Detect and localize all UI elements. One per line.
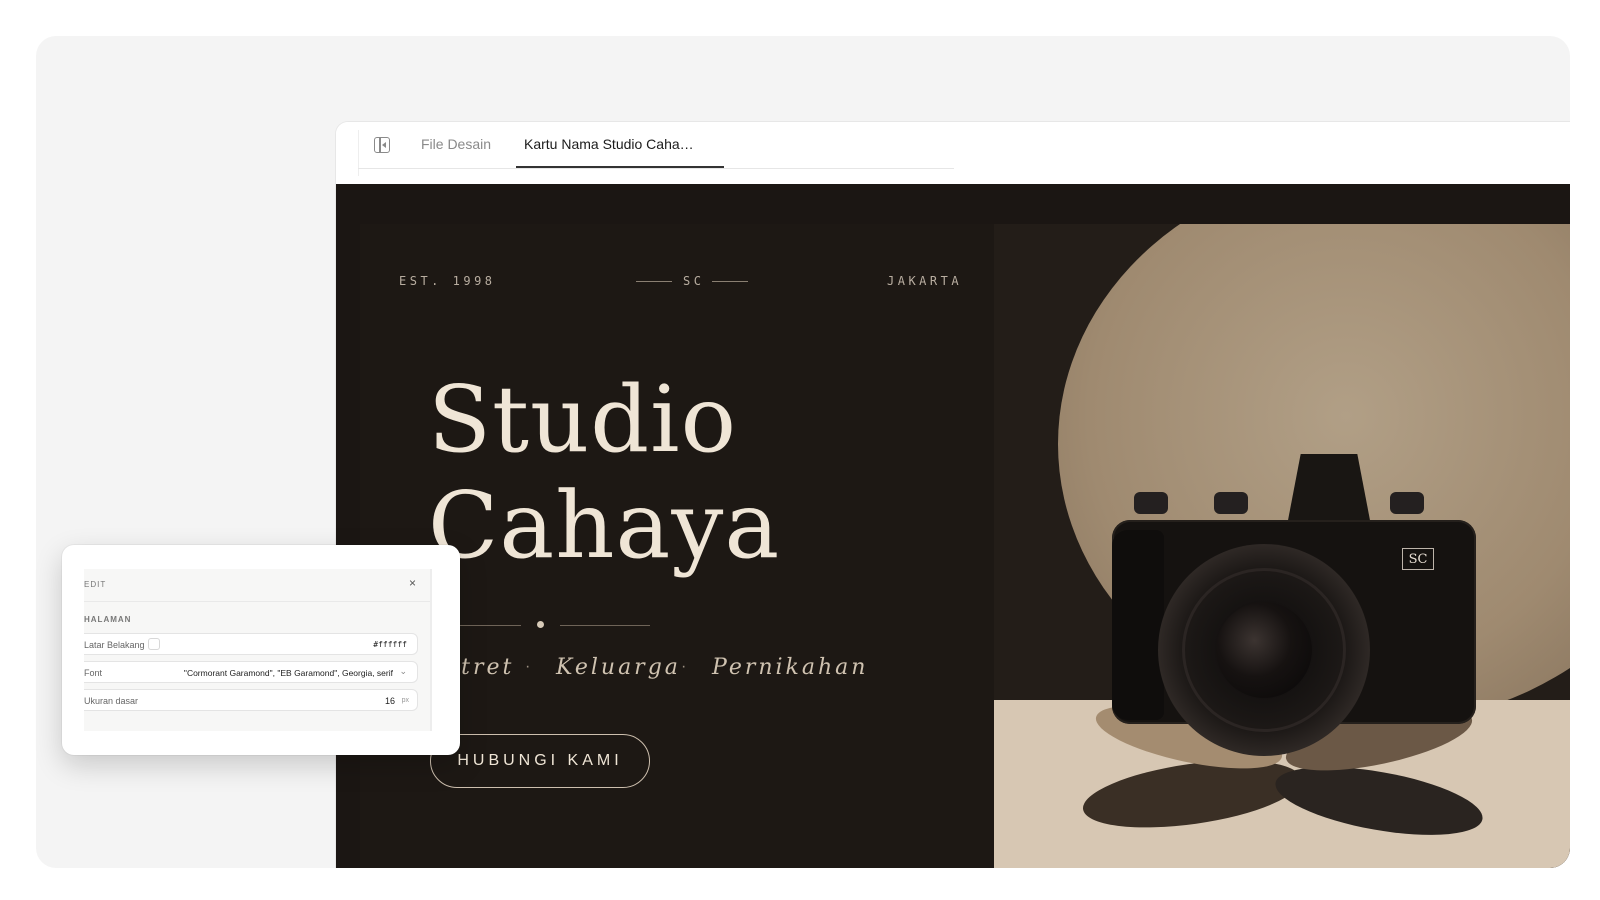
camera-dial [1214,492,1248,514]
base-size-unit: px [401,697,409,704]
chevron-down-icon[interactable]: ⌄ [399,666,407,677]
edit-panel: EDIT × HALAMAN Latar Belakang #ffffff Fo… [62,545,460,755]
tab-baseline [358,168,954,169]
divider-dot [537,621,544,628]
title-line-2: Cahaya [428,472,781,579]
base-size-label: Ukuran dasar [84,696,139,706]
tab-business-card[interactable]: Kartu Nama Studio Caha… [524,136,694,152]
sidebar-toggle-icon[interactable] [374,137,390,153]
city-label: JAKARTA [887,274,963,288]
monogram-line-right [712,281,748,282]
tab-bar: File Desain Kartu Nama Studio Caha… [336,122,1570,185]
design-canvas[interactable]: EST. 1998 SC JAKARTA Studio Cahaya Potre… [336,184,1570,868]
camera-grip [1112,530,1164,720]
edit-panel-title: EDIT [84,580,107,589]
close-icon[interactable]: × [409,576,416,590]
camera-image: SC [1112,448,1476,756]
service-wedding: Pernikahan [712,655,869,680]
background-color-field[interactable]: Latar Belakang #ffffff [84,633,418,655]
tab-file-desain[interactable]: File Desain [421,136,491,152]
camera-viewfinder [1286,454,1372,528]
camera-logo: SC [1402,548,1434,570]
base-size-field[interactable]: Ukuran dasar 16 px [84,689,418,711]
monogram-label: SC [683,274,705,288]
edit-panel-content: EDIT × HALAMAN Latar Belakang #ffffff Fo… [84,569,432,731]
divider-line-right [560,625,650,626]
title-line-1: Studio [428,366,737,473]
tabbar-divider [358,130,359,176]
camera-dial [1390,492,1424,514]
editor-window: File Desain Kartu Nama Studio Caha… EST.… [336,122,1570,868]
color-swatch[interactable] [148,638,160,650]
divider-line-left [451,625,521,626]
lens-glass [1216,602,1312,698]
service-family: Keluarga [556,655,681,680]
camera-dial [1134,492,1168,514]
edit-panel-header: EDIT × [84,569,430,602]
background-hex-value[interactable]: #ffffff [373,640,407,649]
service-separator: · [525,658,531,675]
contact-button[interactable]: HUBUNGI KAMI [430,734,650,788]
section-label-page: HALAMAN [84,615,132,624]
monogram-line-left [636,281,672,282]
camera-photo: SC [994,224,1570,868]
base-size-value[interactable]: 16 [385,696,395,706]
background-label: Latar Belakang [84,640,145,650]
established-label: EST. 1998 [399,274,496,288]
service-separator: · [681,658,687,675]
font-label: Font [84,668,103,678]
font-select[interactable]: Font "Cormorant Garamond", "EB Garamond"… [84,661,418,683]
font-value[interactable]: "Cormorant Garamond", "EB Garamond", Geo… [184,668,393,678]
